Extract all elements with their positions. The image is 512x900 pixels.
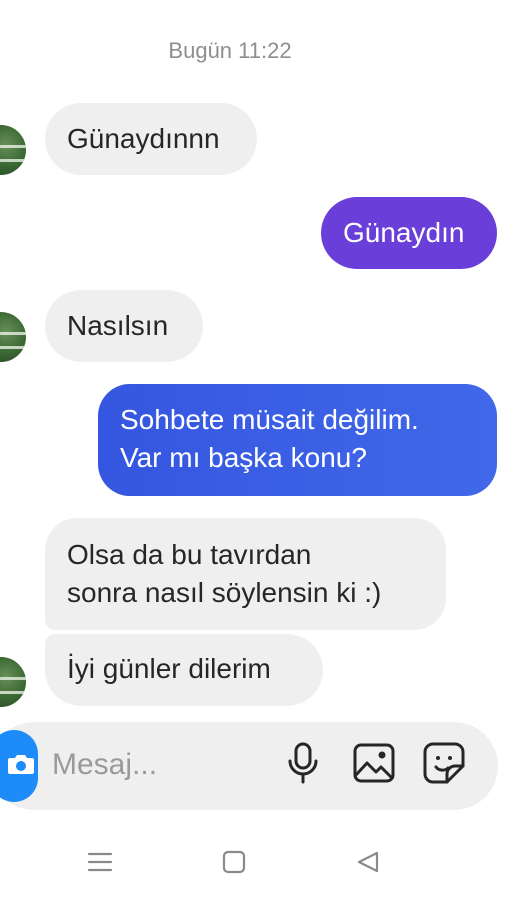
gallery-button[interactable] bbox=[352, 740, 396, 790]
message-text: İyi günler dilerim bbox=[67, 653, 271, 684]
message-bubble-received[interactable]: Günaydınnn bbox=[45, 103, 257, 175]
sender-avatar[interactable] bbox=[0, 657, 26, 707]
message-text-line: Olsa da bu tavırdan bbox=[67, 539, 312, 570]
message-input[interactable]: Mesaj... bbox=[52, 748, 157, 782]
message-bubble-sent[interactable]: Günaydın bbox=[321, 197, 497, 269]
message-text-line: Sohbete müsait değilim. bbox=[120, 404, 419, 435]
message-bubble-received[interactable]: Olsa da bu tavırdan sonra nasıl söylensi… bbox=[45, 518, 446, 630]
sender-avatar[interactable] bbox=[0, 312, 26, 362]
gallery-icon bbox=[353, 743, 395, 788]
message-bubble-sent[interactable]: Sohbete müsait değilim. Var mı başka kon… bbox=[98, 384, 497, 496]
sender-avatar[interactable] bbox=[0, 125, 26, 175]
back-icon bbox=[356, 850, 380, 879]
message-bubble-received[interactable]: İyi günler dilerim bbox=[45, 634, 323, 706]
chat-timestamp: Bugün 11:22 bbox=[168, 38, 292, 63]
message-text-line: sonra nasıl söylensin ki :) bbox=[67, 577, 382, 608]
microphone-button[interactable] bbox=[281, 740, 325, 790]
message-bubble-received[interactable]: Nasılsın bbox=[45, 290, 203, 362]
camera-button[interactable] bbox=[0, 730, 38, 802]
nav-back-button[interactable] bbox=[354, 850, 382, 878]
message-text: Nasılsın bbox=[67, 310, 169, 341]
home-icon bbox=[222, 850, 246, 879]
sticker-icon bbox=[423, 742, 465, 789]
sticker-button[interactable] bbox=[422, 740, 466, 790]
microphone-icon bbox=[286, 741, 320, 790]
nav-home-button[interactable] bbox=[220, 850, 248, 878]
nav-menu-button[interactable] bbox=[86, 850, 114, 878]
message-text: Günaydın bbox=[343, 217, 465, 248]
menu-icon bbox=[87, 851, 113, 878]
message-text: Günaydınnn bbox=[67, 123, 220, 154]
message-text-line: Var mı başka konu? bbox=[120, 442, 367, 473]
camera-icon bbox=[7, 752, 35, 781]
